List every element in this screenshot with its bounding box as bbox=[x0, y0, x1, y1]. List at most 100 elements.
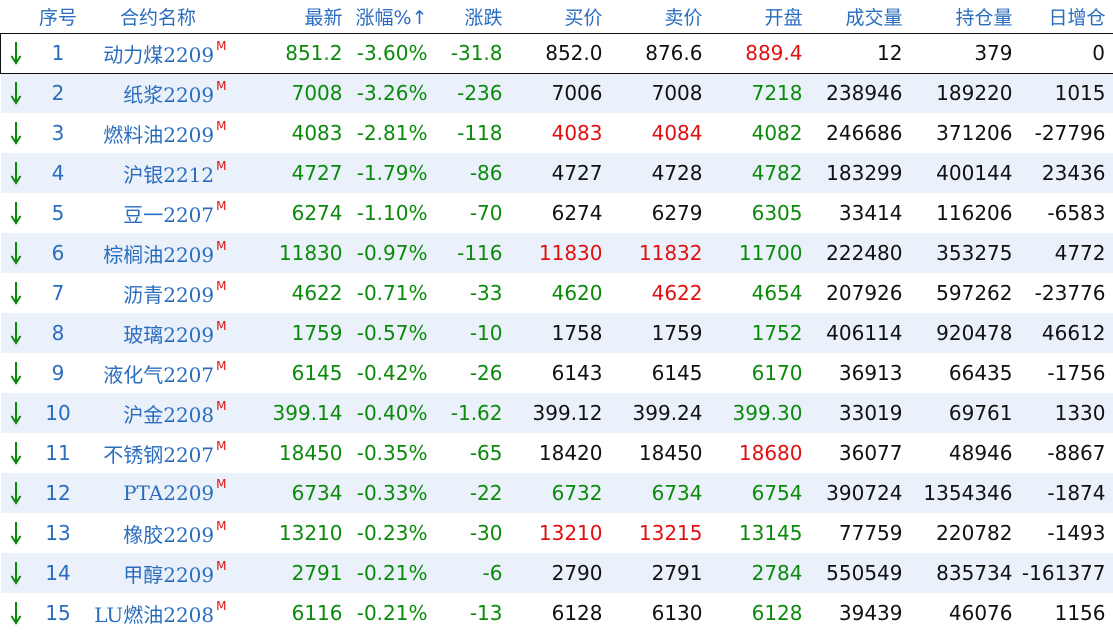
main-contract-badge: M bbox=[216, 358, 227, 373]
table-row[interactable]: 12 PTA2209 M 6734 -0.33% -22 6732 6734 6754 39072… bbox=[0, 473, 1113, 513]
open-price: 1752 bbox=[751, 321, 803, 345]
table-row[interactable]: 8 玻璃2209 M 1759 -0.57% -10 1758 1759 1752 406114 9… bbox=[0, 313, 1113, 353]
header-last[interactable]: 最新 bbox=[231, 0, 351, 33]
contract-name-text: PTA2209 bbox=[123, 481, 215, 505]
header-change[interactable]: 涨跌 bbox=[436, 0, 511, 33]
table-row[interactable]: 9 液化气2207 M 6145 -0.42% -26 6143 6145 6170 36913 6… bbox=[1, 353, 1113, 393]
header-bid[interactable]: 买价 bbox=[511, 0, 611, 33]
contract-name[interactable]: 棕榈油2209 M bbox=[86, 233, 231, 273]
quote-rows: 1 动力煤2209 M 851.2 -3.60% -31.8 852.0 876.6 889.4… bbox=[0, 32, 1113, 633]
bid-price: 4727 bbox=[551, 161, 603, 185]
contract-name[interactable]: LU燃油2208 M bbox=[86, 593, 231, 633]
contract-name-text: 沪银2212 bbox=[123, 162, 215, 187]
contract-name[interactable]: 沪银2212 M bbox=[86, 153, 231, 193]
change-pct: -0.40% bbox=[356, 401, 428, 425]
open-price: 6170 bbox=[751, 361, 803, 385]
row-seq: 13 bbox=[45, 521, 71, 545]
row-seq: 8 bbox=[51, 321, 65, 345]
bid-price: 7006 bbox=[551, 81, 603, 106]
volume: 246686 bbox=[826, 121, 903, 145]
change: -10 bbox=[469, 321, 503, 345]
header-name[interactable]: 合约名称 bbox=[86, 0, 231, 33]
ask-price: 11832 bbox=[638, 241, 703, 265]
row-seq: 2 bbox=[51, 81, 65, 106]
row-seq: 3 bbox=[51, 121, 65, 145]
table-row[interactable]: 14 甲醇2209 M 2791 -0.21% -6 2790 2791 2784 550549 8… bbox=[0, 553, 1113, 593]
down-arrow-icon bbox=[1, 113, 31, 153]
table-row[interactable]: 5 豆一2207 M 6274 -1.10% -70 6274 6279 6305 33414 11… bbox=[1, 193, 1113, 233]
oi-change: 23436 bbox=[1041, 161, 1106, 185]
change: -118 bbox=[457, 121, 503, 145]
contract-name[interactable]: 液化气2207 M bbox=[86, 353, 231, 393]
row-seq: 1 bbox=[30, 32, 86, 74]
table-row[interactable]: 11 不锈钢2207 M 18450 -0.35% -65 18420 18450 18680 3… bbox=[1, 433, 1113, 473]
down-arrow-icon bbox=[1, 193, 31, 233]
header-open-interest[interactable]: 持仓量 bbox=[911, 0, 1021, 33]
table-row[interactable]: 10 沪金2208 M 399.14 -0.40% -1.62 399.12 399.24 39… bbox=[0, 393, 1113, 433]
row-seq: 5 bbox=[51, 201, 65, 225]
contract-name[interactable]: 甲醇2209 M bbox=[86, 553, 231, 593]
table-row[interactable]: 6 棕榈油2209 M 11830 -0.97% -116 11830 11832 11700 2… bbox=[0, 233, 1113, 273]
open-interest: 597262 bbox=[936, 281, 1013, 305]
volume: 36913 bbox=[838, 361, 903, 385]
main-contract-badge: M bbox=[216, 598, 227, 613]
volume: 39439 bbox=[838, 601, 903, 625]
contract-name[interactable]: 纸浆2209 M bbox=[86, 73, 231, 113]
header-change-pct[interactable]: 涨幅%↑ bbox=[351, 0, 436, 33]
main-contract-badge: M bbox=[216, 518, 227, 533]
last-price: 7008 bbox=[291, 81, 343, 106]
table-row[interactable]: 4 沪银2212 M 4727 -1.79% -86 4727 4728 4782 183299 4… bbox=[0, 153, 1113, 193]
header-volume[interactable]: 成交量 bbox=[811, 0, 911, 33]
contract-name[interactable]: PTA2209 M bbox=[86, 473, 231, 513]
header-ask[interactable]: 卖价 bbox=[611, 0, 711, 33]
oi-change: 4772 bbox=[1054, 241, 1106, 265]
header-oi-change[interactable]: 日增仓 bbox=[1021, 0, 1113, 33]
contract-name-text: 纸浆2209 bbox=[123, 82, 215, 107]
change: -236 bbox=[457, 81, 503, 106]
bid-price: 4620 bbox=[551, 281, 603, 305]
open-price: 2784 bbox=[751, 561, 803, 585]
volume: 222480 bbox=[826, 241, 903, 265]
last-price: 6274 bbox=[291, 201, 343, 225]
row-seq: 6 bbox=[51, 241, 65, 265]
bid-price: 1758 bbox=[551, 321, 603, 345]
change-pct: -0.71% bbox=[356, 281, 428, 305]
contract-name[interactable]: 豆一2207 M bbox=[86, 193, 231, 233]
open-interest: 48946 bbox=[948, 441, 1013, 465]
contract-name[interactable]: 沥青2209 M bbox=[86, 273, 231, 313]
change: -26 bbox=[469, 361, 503, 385]
contract-name[interactable]: 沪金2208 M bbox=[86, 393, 231, 433]
last-price: 2791 bbox=[291, 561, 343, 585]
contract-name[interactable]: 玻璃2209 M bbox=[86, 313, 231, 353]
ask-price: 13215 bbox=[638, 521, 703, 545]
change-pct: -0.97% bbox=[356, 241, 428, 265]
table-row[interactable]: 15 LU燃油2208 M 6116 -0.21% -13 6128 6130 6128 3943… bbox=[1, 593, 1113, 633]
volume: 77759 bbox=[838, 521, 903, 545]
open-price: 18680 bbox=[738, 441, 803, 465]
volume: 390724 bbox=[826, 481, 903, 505]
volume: 550549 bbox=[826, 561, 903, 585]
change-pct: -0.33% bbox=[356, 481, 428, 505]
contract-name[interactable]: 橡胶2209 M bbox=[86, 513, 231, 553]
contract-name[interactable]: 动力煤2209 M bbox=[85, 32, 231, 74]
table-row[interactable]: 3 燃料油2209 M 4083 -2.81% -118 4083 4084 4082 24668… bbox=[1, 113, 1113, 153]
table-row[interactable]: 7 沥青2209 M 4622 -0.71% -33 4620 4622 4654 207926 5… bbox=[1, 273, 1113, 313]
bid-price: 13210 bbox=[538, 521, 603, 545]
contract-name-text: 不锈钢2207 bbox=[103, 442, 215, 467]
ask-price: 1759 bbox=[651, 321, 703, 345]
open-price: 7218 bbox=[751, 81, 803, 106]
contract-name[interactable]: 燃料油2209 M bbox=[86, 113, 231, 153]
change-pct: -0.23% bbox=[356, 521, 428, 545]
down-arrow-icon bbox=[1, 313, 31, 353]
contract-name[interactable]: 不锈钢2207 M bbox=[86, 433, 231, 473]
table-row[interactable]: 2 纸浆2209 M 7008 -3.26% -236 7006 7008 7218 238946… bbox=[0, 73, 1113, 113]
down-arrow-icon bbox=[1, 553, 31, 593]
table-row[interactable]: 1 动力煤2209 M 851.2 -3.60% -31.8 852.0 876.6 889.4… bbox=[0, 32, 1113, 74]
volume: 183299 bbox=[826, 161, 903, 185]
main-contract-badge: M bbox=[216, 118, 227, 133]
table-row[interactable]: 13 橡胶2209 M 13210 -0.23% -30 13210 13215 13145 77… bbox=[1, 513, 1113, 553]
change: -6 bbox=[482, 561, 503, 585]
header-seq[interactable]: 序号 bbox=[31, 0, 86, 33]
header-open[interactable]: 开盘 bbox=[711, 0, 811, 33]
open-interest: 371206 bbox=[936, 121, 1013, 145]
